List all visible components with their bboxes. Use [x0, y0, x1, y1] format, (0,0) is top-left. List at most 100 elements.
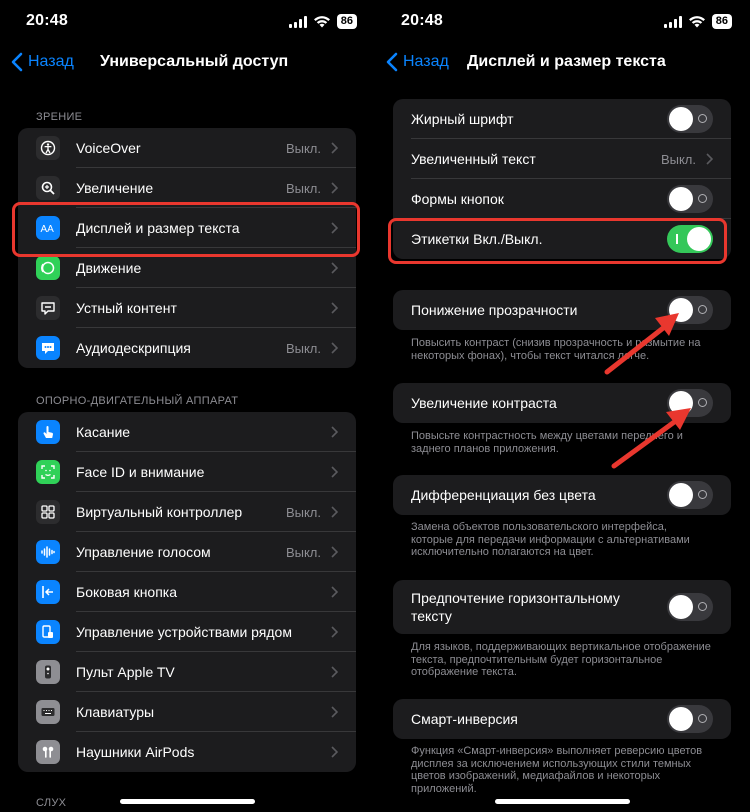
- settings-item-label: Клавиатуры: [76, 704, 155, 720]
- settings-item-nearby-devices[interactable]: Управление устройствами рядом: [18, 612, 356, 652]
- nearby-devices-icon: [36, 620, 60, 644]
- chevron-right-icon: [331, 142, 338, 154]
- cellular-signal-icon: [663, 15, 682, 28]
- settings-item-label: Увеличение: [76, 180, 154, 196]
- settings-item-value: Выкл.: [285, 544, 321, 560]
- button-shapes-toggle[interactable]: [667, 185, 713, 213]
- wifi-icon: [688, 16, 705, 28]
- settings-item-apple-tv-remote[interactable]: Пульт Apple TV: [18, 652, 356, 692]
- settings-item-label: VoiceOver: [76, 140, 141, 156]
- settings-item-label: Управление устройствами рядом: [76, 624, 292, 640]
- settings-item-label: Наушники AirPods: [76, 744, 195, 760]
- increase-contrast-note: Повысьте контрастность между цветами пер…: [411, 430, 683, 455]
- chevron-right-icon: [331, 666, 338, 678]
- highlight-frame: [388, 218, 727, 264]
- back-label: Назад: [403, 53, 449, 70]
- switch-control-icon: [36, 500, 60, 524]
- home-indicator[interactable]: [120, 799, 255, 804]
- settings-item-label: Управление голосом: [76, 544, 211, 560]
- chevron-right-icon: [331, 706, 338, 718]
- settings-item-audio-description[interactable]: Аудиодескрипция Выкл.: [18, 328, 356, 368]
- settings-item-spoken-content[interactable]: Устный контент: [18, 288, 356, 328]
- settings-item-touch[interactable]: Касание: [18, 412, 356, 452]
- settings-item-voiceover[interactable]: VoiceOver Выкл.: [18, 128, 356, 168]
- setting-label: Увеличенный текст: [411, 151, 536, 167]
- chevron-right-icon: [331, 262, 338, 274]
- settings-item-label: Виртуальный контроллер: [76, 504, 243, 520]
- section-header-hearing: СЛУХ: [36, 797, 67, 809]
- settings-item-value: Выкл.: [285, 340, 321, 356]
- spoken-content-icon: [36, 296, 60, 320]
- settings-item-label: Касание: [76, 424, 131, 440]
- status-time: 20:48: [26, 12, 68, 29]
- setting-larger-text[interactable]: Увеличенный текст Выкл.: [393, 139, 731, 179]
- voice-control-icon: [36, 540, 60, 564]
- prefer-horizontal-group: Предпочтение горизонтальному тексту: [393, 580, 731, 634]
- back-button[interactable]: Назад: [385, 52, 449, 72]
- zoom-icon: [36, 176, 60, 200]
- setting-label: Понижение прозрачности: [411, 302, 578, 318]
- page-title: Дисплей и размер текста: [467, 53, 666, 70]
- reduce-transparency-toggle[interactable]: [667, 296, 713, 324]
- battery-level: 86: [336, 14, 357, 29]
- bold-text-toggle[interactable]: [667, 105, 713, 133]
- chevron-right-icon: [331, 626, 338, 638]
- settings-item-side-button[interactable]: Боковая кнопка: [18, 572, 356, 612]
- smart-invert-note: Функция «Смарт-инверсия» выполняет ревер…: [411, 745, 703, 795]
- back-button[interactable]: Назад: [10, 52, 74, 72]
- home-indicator[interactable]: [495, 799, 630, 804]
- setting-differentiate-without-color: Дифференциация без цвета: [393, 475, 731, 515]
- prefer-horizontal-note: Для языков, поддерживающих вертикальное …: [411, 641, 711, 678]
- differentiate-toggle[interactable]: [667, 481, 713, 509]
- setting-label: Жирный шрифт: [411, 111, 514, 127]
- differentiate-group: Дифференциация без цвета: [393, 475, 731, 515]
- reduce-transparency-group: Понижение прозрачности: [393, 290, 731, 330]
- motion-icon: [36, 256, 60, 280]
- settings-item-label: Боковая кнопка: [76, 584, 178, 600]
- chevron-right-icon: [706, 153, 713, 165]
- settings-item-airpods[interactable]: Наушники AirPods: [18, 732, 356, 772]
- motor-settings-group: Касание Face ID и внимание Виртуальный к…: [18, 412, 356, 772]
- settings-item-voice-control[interactable]: Управление голосом Выкл.: [18, 532, 356, 572]
- wifi-icon: [313, 16, 330, 28]
- chevron-left-icon: [11, 52, 23, 72]
- settings-item-label: Аудиодескрипция: [76, 340, 191, 356]
- status-bar: 20:48 86: [375, 12, 750, 34]
- status-time: 20:48: [401, 12, 443, 29]
- chevron-right-icon: [331, 506, 338, 518]
- prefer-horizontal-toggle[interactable]: [667, 593, 713, 621]
- setting-label: Формы кнопок: [411, 191, 504, 207]
- touch-icon: [36, 420, 60, 444]
- audio-description-icon: [36, 336, 60, 360]
- settings-item-keyboards[interactable]: Клавиатуры: [18, 692, 356, 732]
- smart-invert-toggle[interactable]: [667, 705, 713, 733]
- settings-item-label: Face ID и внимание: [76, 464, 205, 480]
- highlight-frame: [12, 202, 360, 257]
- keyboard-icon: [36, 700, 60, 724]
- settings-item-switch-control[interactable]: Виртуальный контроллер Выкл.: [18, 492, 356, 532]
- airpods-icon: [36, 740, 60, 764]
- settings-item-value: Выкл.: [285, 180, 321, 196]
- setting-label: Смарт-инверсия: [411, 711, 518, 727]
- chevron-right-icon: [331, 586, 338, 598]
- section-header-motor: ОПОРНО-ДВИГАТЕЛЬНЫЙ АППАРАТ: [36, 395, 239, 407]
- navigation-bar: Назад Универсальный доступ: [0, 52, 375, 76]
- chevron-right-icon: [331, 466, 338, 478]
- settings-item-label: Устный контент: [76, 300, 177, 316]
- battery-level: 86: [711, 14, 732, 29]
- increase-contrast-toggle[interactable]: [667, 389, 713, 417]
- side-button-icon: [36, 580, 60, 604]
- cellular-signal-icon: [288, 15, 307, 28]
- settings-item-value: Выкл.: [285, 504, 321, 520]
- setting-label: Увеличение контраста: [411, 395, 557, 411]
- reduce-transparency-note: Повысить контраст (снизив прозрачность и…: [411, 337, 701, 362]
- back-label: Назад: [28, 53, 74, 70]
- chevron-left-icon: [386, 52, 398, 72]
- differentiate-note: Замена объектов пользовательского интерф…: [411, 521, 690, 558]
- settings-item-face-id[interactable]: Face ID и внимание: [18, 452, 356, 492]
- chevron-right-icon: [331, 302, 338, 314]
- increase-contrast-group: Увеличение контраста: [393, 383, 731, 423]
- section-header-vision: ЗРЕНИЕ: [36, 111, 83, 123]
- settings-item-label: Движение: [76, 260, 142, 276]
- chevron-right-icon: [331, 746, 338, 758]
